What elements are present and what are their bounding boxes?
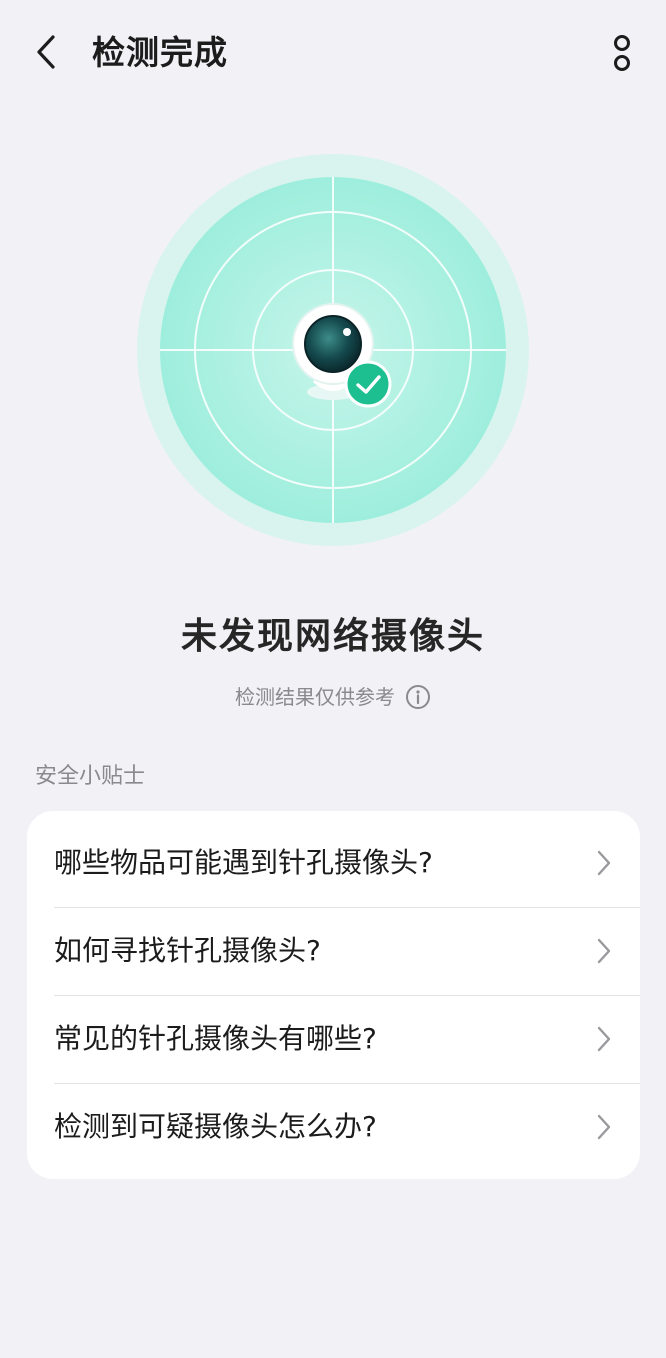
tip-item-objects[interactable]: 哪些物品可能遇到针孔摄像头?: [27, 819, 640, 907]
tip-item-what-to-do[interactable]: 检测到可疑摄像头怎么办?: [27, 1083, 640, 1171]
chevron-right-icon: [593, 1024, 615, 1054]
tip-label: 常见的针孔摄像头有哪些?: [54, 1022, 377, 1055]
result-title: 未发现网络摄像头: [180, 616, 485, 657]
top-bar: 检测完成: [0, 0, 666, 108]
tips-card: 哪些物品可能遇到针孔摄像头? 如何寻找针孔摄像头? 常见的针孔摄像头有哪些? 检…: [27, 811, 640, 1179]
result-subtitle: 检测结果仅供参考: [235, 685, 395, 709]
chevron-right-icon: [593, 848, 615, 878]
result-subtitle-row: 检测结果仅供参考: [0, 680, 666, 714]
page-title: 检测完成: [92, 33, 228, 72]
tip-item-common-types[interactable]: 常见的针孔摄像头有哪些?: [27, 995, 640, 1083]
tip-label: 检测到可疑摄像头怎么办?: [54, 1110, 377, 1143]
chevron-left-icon: [37, 35, 55, 69]
chevron-right-icon: [593, 936, 615, 966]
more-button[interactable]: [600, 28, 644, 78]
more-vertical-icon: [614, 35, 630, 71]
back-button[interactable]: [24, 30, 68, 74]
info-icon[interactable]: [405, 684, 431, 710]
tip-label: 如何寻找针孔摄像头?: [54, 934, 321, 967]
chevron-right-icon: [593, 1112, 615, 1142]
tip-item-how-to-find[interactable]: 如何寻找针孔摄像头?: [27, 907, 640, 995]
section-title-tips: 安全小贴士: [35, 764, 146, 789]
scan-radar: [137, 154, 529, 546]
tip-label: 哪些物品可能遇到针孔摄像头?: [54, 846, 433, 879]
